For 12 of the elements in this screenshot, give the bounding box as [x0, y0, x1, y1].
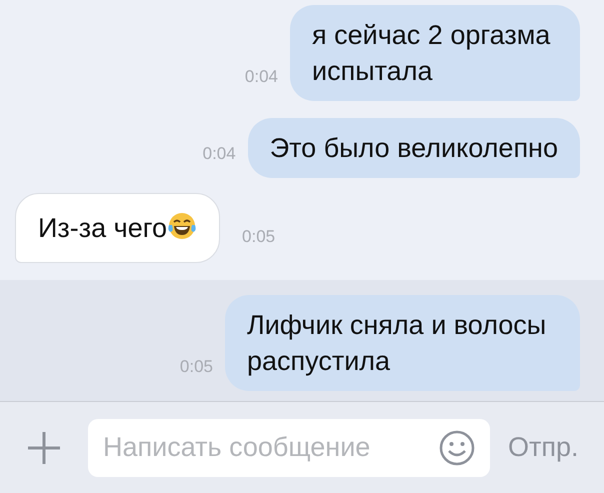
- message-text: я сейчас 2 оргазма испытала: [312, 20, 550, 86]
- smiley-icon[interactable]: [439, 430, 475, 466]
- message-text: Это было великолепно: [270, 133, 558, 163]
- message-time: 0:05: [180, 356, 213, 378]
- message-time: 0:04: [202, 142, 236, 164]
- message-time: 0:04: [244, 66, 278, 88]
- selected-message-row[interactable]: 0:05 Лифчик сняла и волосы распустила: [0, 280, 604, 401]
- add-icon[interactable]: [27, 430, 61, 464]
- message-field[interactable]: Написать сообщение: [88, 418, 490, 476]
- message-time: 0:05: [242, 226, 276, 248]
- message-text: Из-за чего: [38, 213, 168, 243]
- message-text: Лифчик сняла и волосы распустила: [247, 310, 546, 376]
